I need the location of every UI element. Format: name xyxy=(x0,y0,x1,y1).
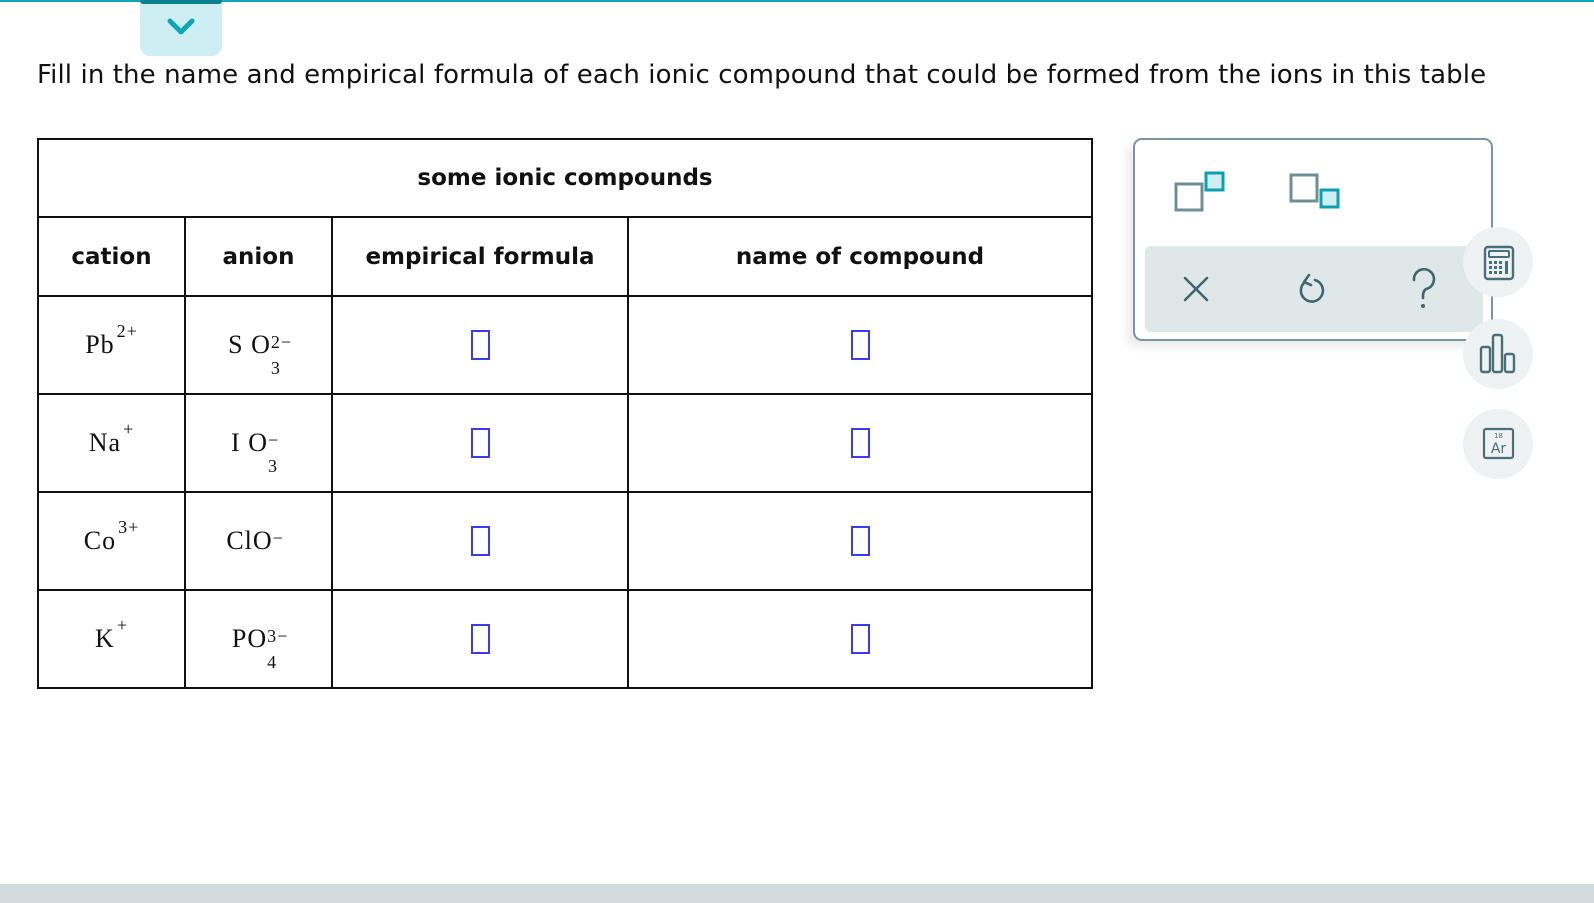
anion-charge: − xyxy=(272,528,284,548)
anion-formula: PO 3− 4 xyxy=(231,624,289,672)
compound-name-cell xyxy=(627,491,1093,591)
periodic-number: 18 xyxy=(1494,432,1503,440)
cation-cell: Na + xyxy=(37,393,186,493)
anion-symbol: ClO xyxy=(226,526,273,555)
column-header-anion: anion xyxy=(184,216,333,297)
top-accent-line xyxy=(0,0,1594,2)
compound-name-cell xyxy=(627,589,1093,689)
tool-actions-bar xyxy=(1145,246,1483,332)
cation-formula: Na + xyxy=(88,420,134,457)
cation-cell: Pb 2+ xyxy=(37,295,186,395)
calculator-icon xyxy=(1483,245,1515,281)
cation-formula: Pb 2+ xyxy=(85,322,138,359)
anion-formula: ClO − xyxy=(226,528,290,554)
question-prompt: Fill in the name and empirical formula o… xyxy=(37,60,1487,90)
superscript-button[interactable] xyxy=(1173,170,1225,218)
cation-formula: K + xyxy=(95,616,128,653)
help-button[interactable] xyxy=(1409,267,1439,314)
anion-charge: 2− xyxy=(270,332,293,352)
cation-symbol: Na xyxy=(88,428,122,457)
data-chart-button[interactable] xyxy=(1463,319,1533,389)
undo-icon xyxy=(1299,273,1325,303)
empirical-formula-cell xyxy=(331,393,629,493)
table-row: K + PO 3− 4 xyxy=(37,589,1093,689)
cation-charge: 2+ xyxy=(116,321,138,341)
periodic-symbol: Ar xyxy=(1491,441,1507,457)
anion-cell: I O − 3 xyxy=(184,393,333,493)
cation-charge: + xyxy=(116,615,128,635)
collapse-button[interactable] xyxy=(140,0,222,56)
anion-symbol: S O xyxy=(228,330,271,359)
chevron-down-icon xyxy=(167,18,195,35)
superscript-template-icon xyxy=(1174,171,1225,212)
calculator-button[interactable] xyxy=(1463,227,1533,297)
anion-subscript: 3 xyxy=(270,358,280,378)
compound-name-input[interactable] xyxy=(850,428,870,458)
column-header-empirical-formula: empirical formula xyxy=(331,216,629,297)
compound-name-cell xyxy=(627,295,1093,395)
cation-charge: + xyxy=(123,419,135,439)
anion-charge: − xyxy=(267,430,280,450)
subscript-button[interactable] xyxy=(1288,172,1340,220)
anion-cell: PO 3− 4 xyxy=(184,589,333,689)
bar-chart-icon xyxy=(1479,333,1516,374)
empirical-formula-cell xyxy=(331,295,629,395)
subscript-template-icon xyxy=(1289,173,1340,209)
help-icon xyxy=(1412,267,1436,308)
cation-symbol: Pb xyxy=(85,330,115,359)
math-tool-panel xyxy=(1133,138,1493,341)
table-row: Na + I O − 3 xyxy=(37,393,1093,493)
empirical-formula-input[interactable] xyxy=(470,330,490,360)
undo-button[interactable] xyxy=(1295,272,1327,310)
column-header-name: name of compound xyxy=(627,216,1093,297)
periodic-table-icon: 18 Ar xyxy=(1482,427,1515,460)
anion-subscript: 3 xyxy=(267,456,277,476)
periodic-table-button[interactable]: 18 Ar xyxy=(1463,409,1533,479)
ionic-compounds-table: some ionic compounds cation anion empiri… xyxy=(37,138,1093,689)
close-icon xyxy=(1183,276,1209,302)
table-row: Co 3+ ClO − xyxy=(37,491,1093,591)
bottom-bar xyxy=(0,884,1594,903)
empirical-formula-cell xyxy=(331,589,629,689)
anion-symbol: I O xyxy=(231,428,268,457)
anion-cell: ClO − xyxy=(184,491,333,591)
anion-formula: S O 2− 3 xyxy=(228,330,293,378)
anion-cell: S O 2− 3 xyxy=(184,295,333,395)
cation-symbol: K xyxy=(95,624,115,653)
anion-charge: 3− xyxy=(267,626,289,646)
empirical-formula-cell xyxy=(331,491,629,591)
compound-name-cell xyxy=(627,393,1093,493)
column-header-cation: cation xyxy=(37,216,186,297)
compound-name-input[interactable] xyxy=(850,624,870,654)
compound-name-input[interactable] xyxy=(850,526,870,556)
cation-cell: K + xyxy=(37,589,186,689)
empirical-formula-input[interactable] xyxy=(470,624,490,654)
empirical-formula-input[interactable] xyxy=(470,428,490,458)
cation-symbol: Co xyxy=(83,526,117,555)
anion-formula: I O − 3 xyxy=(231,428,286,476)
anion-symbol: PO xyxy=(231,624,268,653)
cation-cell: Co 3+ xyxy=(37,491,186,591)
compound-name-input[interactable] xyxy=(850,330,870,360)
cation-formula: Co 3+ xyxy=(83,518,140,555)
anion-subscript: 4 xyxy=(267,652,277,672)
cation-charge: 3+ xyxy=(118,517,140,537)
clear-button[interactable] xyxy=(1181,274,1211,308)
table-row: Pb 2+ S O 2− 3 xyxy=(37,295,1093,395)
empirical-formula-input[interactable] xyxy=(470,526,490,556)
table-caption: some ionic compounds xyxy=(37,138,1093,218)
